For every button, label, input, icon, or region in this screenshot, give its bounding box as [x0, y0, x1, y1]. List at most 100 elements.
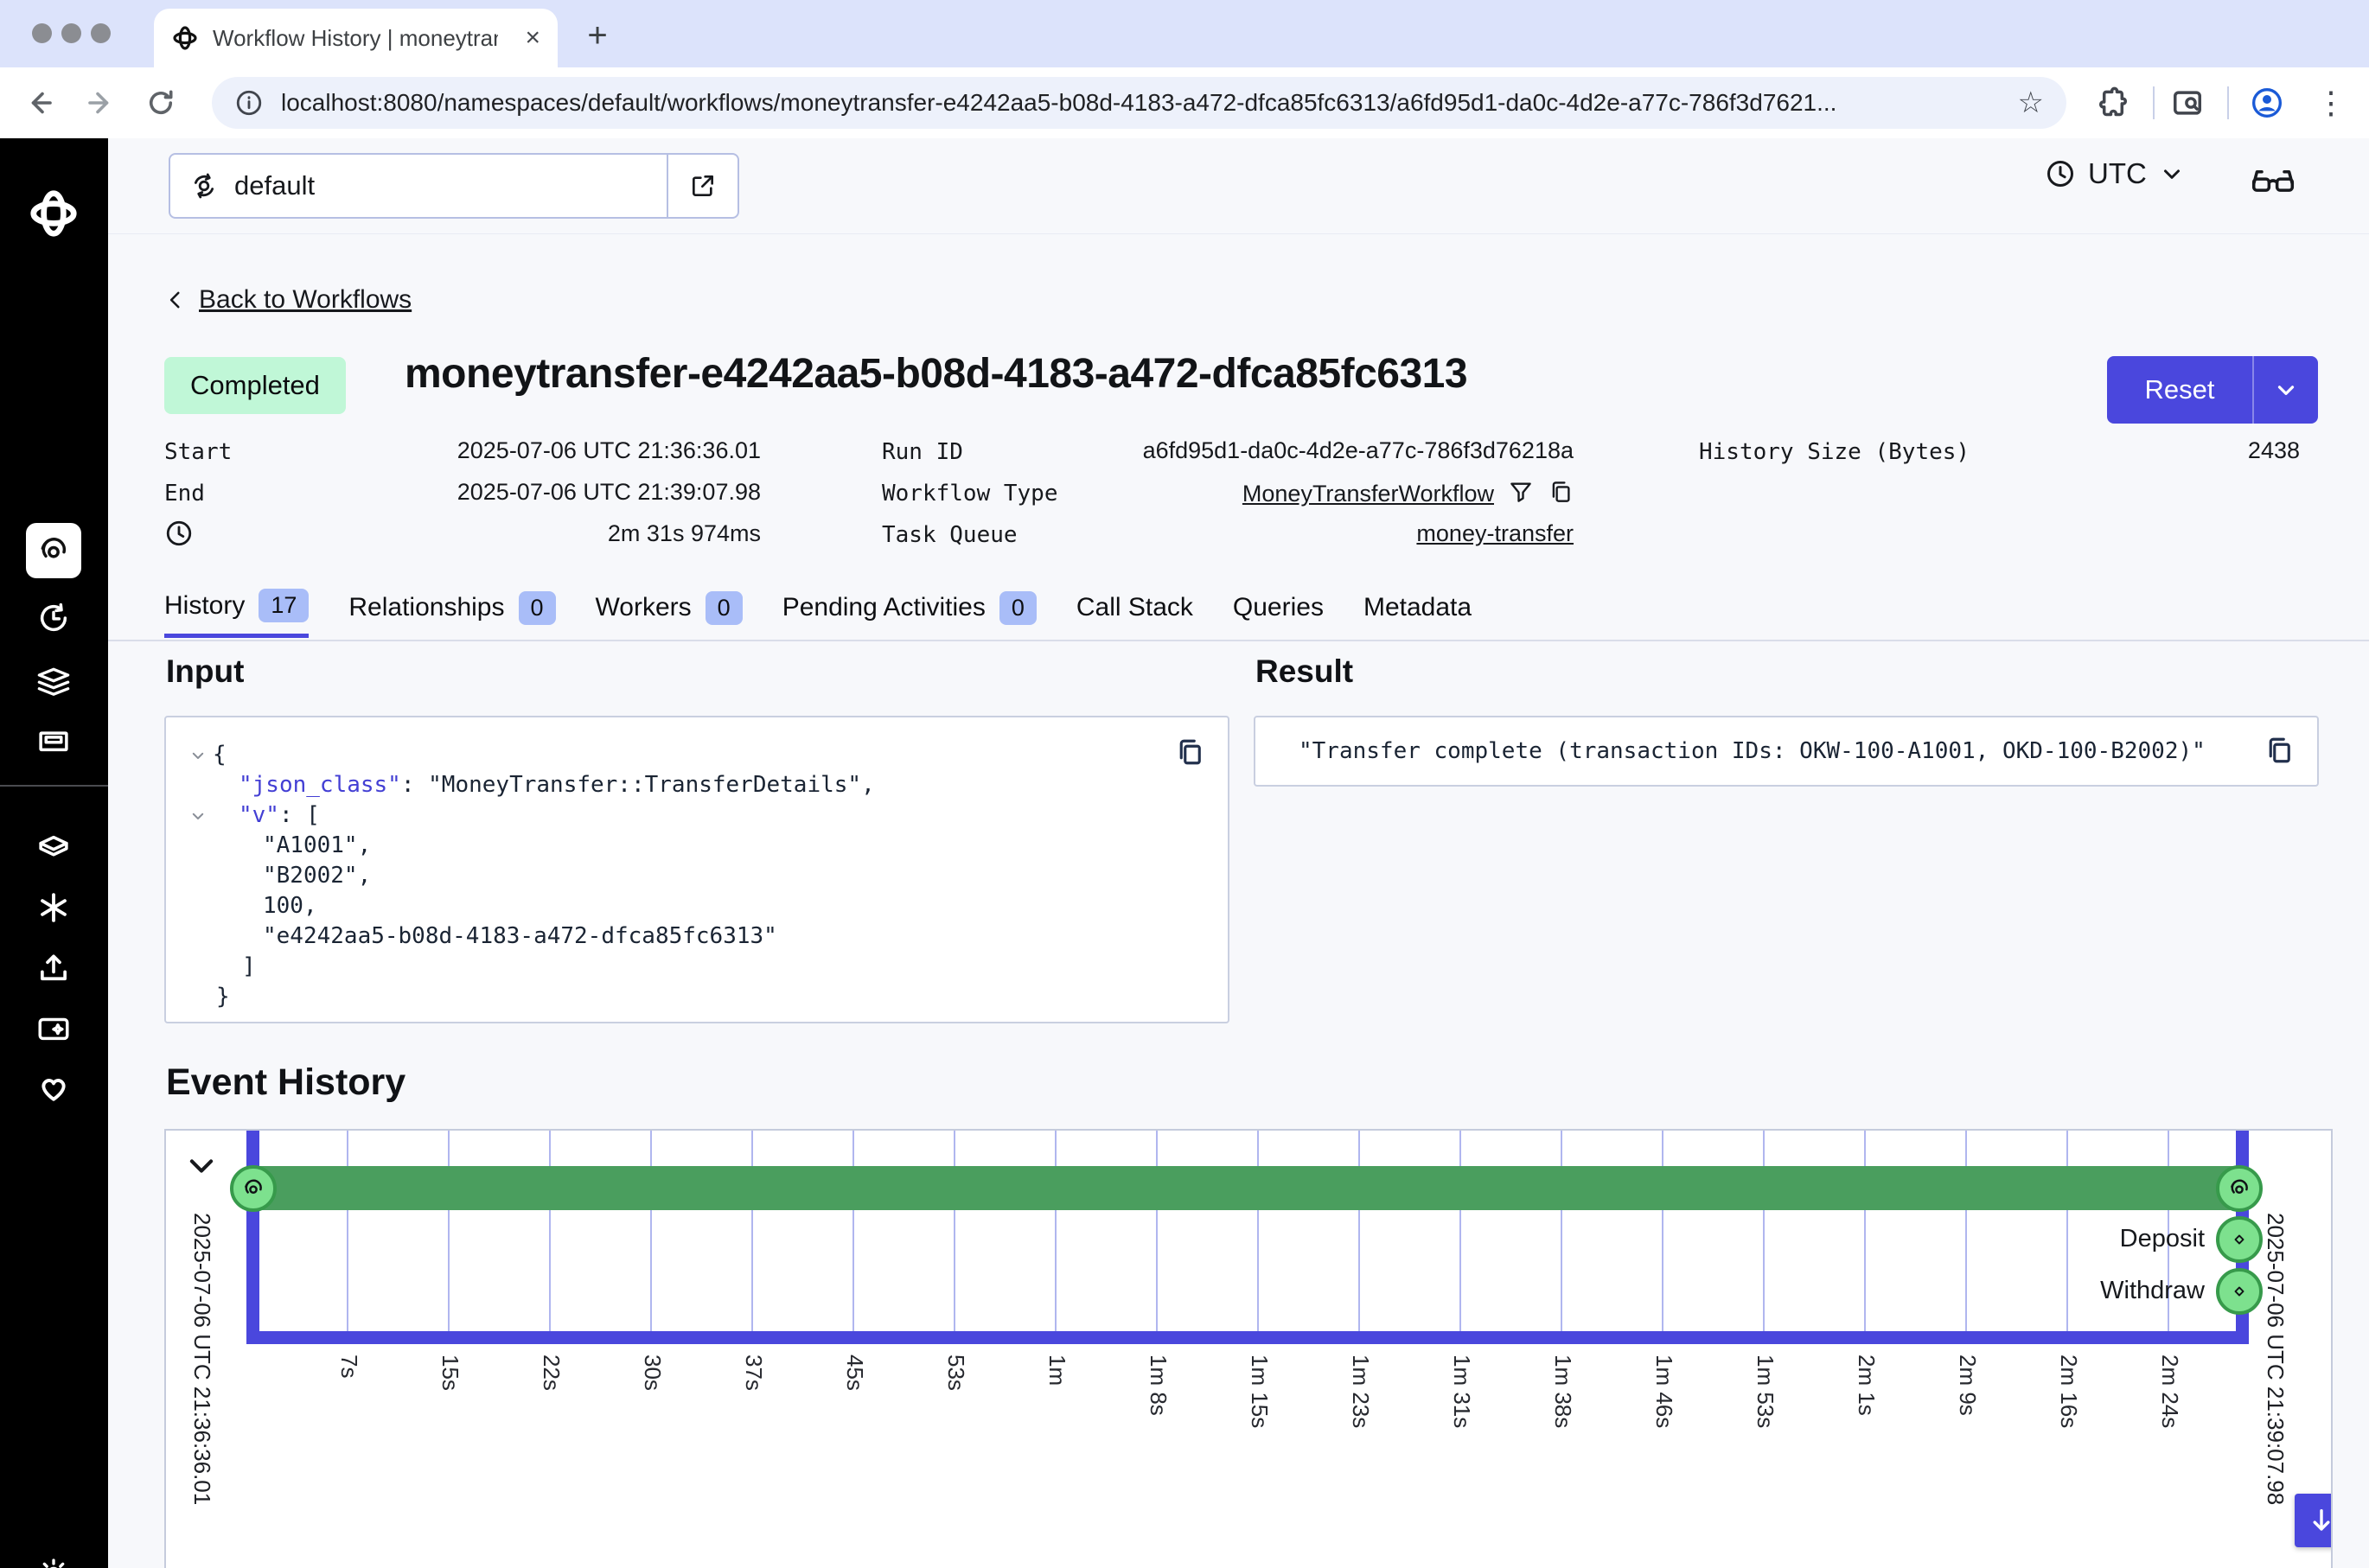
sidebar-item-codec[interactable]: [26, 819, 81, 875]
activity-node-deposit[interactable]: [2216, 1216, 2263, 1263]
run-id-label: Run ID: [882, 439, 963, 465]
sidebar-item-archive[interactable]: [26, 712, 81, 768]
copy-input-icon[interactable]: [1174, 736, 1205, 768]
history-size-label: History Size (Bytes): [1699, 439, 1970, 465]
json-key: "v": [239, 802, 279, 828]
reload-icon[interactable]: [140, 82, 182, 124]
filter-funnel-icon[interactable]: [1508, 479, 1534, 505]
labs-glasses-icon[interactable]: [2251, 163, 2296, 199]
sidebar-item-support[interactable]: [26, 1060, 81, 1115]
extensions-icon[interactable]: [2092, 82, 2134, 124]
browser-menu-icon[interactable]: ⋮: [2310, 82, 2352, 124]
collapse-root-icon[interactable]: [183, 740, 213, 763]
profile-avatar-icon[interactable]: [2246, 82, 2288, 124]
copy-workflow-type-icon[interactable]: [1548, 479, 1574, 505]
screen: Workflow History | moneytran × + localho…: [0, 0, 2369, 1568]
activity-label-withdraw: Withdraw: [1980, 1277, 2205, 1305]
reset-split-button: Reset: [2107, 356, 2318, 424]
gridline: [1358, 1131, 1360, 1331]
gridline: [852, 1131, 854, 1331]
sidebar-item-schedules[interactable]: [26, 590, 81, 646]
browser-tab[interactable]: Workflow History | moneytran ×: [154, 9, 558, 67]
tab-history[interactable]: History 17: [164, 577, 309, 638]
theme-toggle-sun-icon[interactable]: [26, 1546, 81, 1568]
namespace-select[interactable]: default: [169, 153, 739, 219]
tick-label: 37s: [740, 1354, 767, 1391]
workflow-type-link[interactable]: MoneyTransferWorkflow: [1242, 481, 1494, 507]
tick-label: 1m 15s: [1246, 1354, 1273, 1428]
timeline-start-time: 2025-07-06 UTC 21:36:36.01: [188, 1213, 215, 1505]
tab-close-icon[interactable]: ×: [525, 25, 540, 51]
tab-pending-activities-count: 0: [999, 591, 1037, 625]
tab-call-stack[interactable]: Call Stack: [1076, 577, 1193, 638]
url-bar[interactable]: localhost:8080/namespaces/default/workfl…: [212, 77, 2066, 129]
event-history-timeline: 7s15s22s30s37s45s53s1m1m 8s1m 15s1m 23s1…: [164, 1129, 2333, 1568]
reset-menu-caret[interactable]: [2252, 356, 2318, 424]
window-minimize-button[interactable]: [61, 23, 81, 43]
toolbar-separator: [2227, 86, 2229, 119]
result-value: "Transfer complete (transaction IDs: OKW…: [1299, 738, 2206, 764]
tab-relationships[interactable]: Relationships 0: [348, 577, 555, 638]
history-size-value: 2438: [2032, 437, 2300, 464]
namespace-name: default: [234, 170, 315, 201]
gridline: [1561, 1131, 1562, 1331]
sidebar-item-namespaces[interactable]: [26, 653, 81, 709]
timeline-expand-icon[interactable]: [185, 1150, 218, 1182]
new-tab-button[interactable]: +: [578, 16, 617, 55]
gridline: [1055, 1131, 1057, 1331]
tick-label: 30s: [639, 1354, 666, 1391]
tick-label: 53s: [942, 1354, 969, 1391]
json-array-item: "e4242aa5-b08d-4183-a472-dfca85fc6313": [213, 921, 777, 952]
sidebar-item-feedback[interactable]: [26, 1001, 81, 1056]
workflow-start-node[interactable]: [230, 1165, 277, 1212]
json-array-item: "B2002",: [213, 861, 371, 891]
workflow-title: moneytransfer-e4242aa5-b08d-4183-a472-df…: [405, 350, 1467, 398]
activity-node-withdraw[interactable]: [2216, 1268, 2263, 1315]
tick-label: 1m 23s: [1347, 1354, 1374, 1428]
favicon-temporal-logo-icon: [171, 24, 199, 52]
workflow-execution-span[interactable]: [253, 1166, 2239, 1210]
collapse-v-icon[interactable]: [183, 800, 213, 824]
run-id-value: a6fd95d1-da0c-4d2e-a77c-786f3d76218a: [1038, 437, 1574, 464]
window-zoom-button[interactable]: [91, 23, 111, 43]
workflow-type-row: MoneyTransferWorkflow: [1038, 479, 1574, 507]
status-badge: Completed: [164, 357, 346, 414]
timeline-axis-bottom: [246, 1331, 2249, 1344]
task-queue-label: Task Queue: [882, 522, 1018, 548]
tick-label: 2m 16s: [2055, 1354, 2082, 1428]
temporal-logo-icon[interactable]: [26, 186, 81, 241]
sidebar-divider: [0, 785, 108, 787]
timeline-axis-start: [246, 1131, 259, 1344]
reset-button[interactable]: Reset: [2107, 356, 2252, 424]
duration-value: 2m 31s 974ms: [259, 520, 761, 547]
timeline-end-time: 2025-07-06 UTC 21:39:07.98: [2262, 1213, 2289, 1505]
back-to-workflows-link[interactable]: Back to Workflows: [164, 285, 412, 315]
gridline: [1156, 1131, 1158, 1331]
sidebar-item-import[interactable]: [26, 940, 81, 996]
sidebar-item-workflows[interactable]: [26, 523, 81, 578]
input-json-viewer: { "json_class": "MoneyTransfer::Transfer…: [183, 740, 875, 1012]
tick-label: 7s: [335, 1354, 362, 1378]
duration-clock-icon: [164, 519, 194, 548]
workflow-end-node[interactable]: [2216, 1165, 2263, 1212]
tab-pending-activities[interactable]: Pending Activities 0: [782, 577, 1037, 638]
tab-metadata[interactable]: Metadata: [1363, 577, 1472, 638]
bookmark-star-icon[interactable]: ☆: [2018, 86, 2044, 120]
namespace-external-link-icon[interactable]: [667, 155, 738, 217]
back-icon[interactable]: [19, 82, 61, 124]
site-info-icon[interactable]: [234, 88, 264, 118]
workflow-tabs: History 17 Relationships 0 Workers 0 Pen…: [164, 577, 1472, 638]
tick-label: 2m 1s: [1853, 1354, 1880, 1416]
result-heading: Result: [1255, 653, 1353, 690]
workflow-type-label: Workflow Type: [882, 481, 1058, 507]
copy-result-icon[interactable]: [2264, 735, 2295, 766]
window-close-button[interactable]: [32, 23, 52, 43]
tab-queries[interactable]: Queries: [1233, 577, 1324, 638]
side-panel-search-icon[interactable]: [2167, 82, 2208, 124]
tab-workers[interactable]: Workers 0: [596, 577, 743, 638]
forward-icon[interactable]: [80, 82, 121, 124]
scroll-to-bottom-button[interactable]: [2295, 1494, 2333, 1547]
timezone-select[interactable]: UTC: [2045, 157, 2185, 190]
sidebar-item-labs[interactable]: [26, 880, 81, 935]
task-queue-link[interactable]: money-transfer: [1416, 520, 1574, 546]
